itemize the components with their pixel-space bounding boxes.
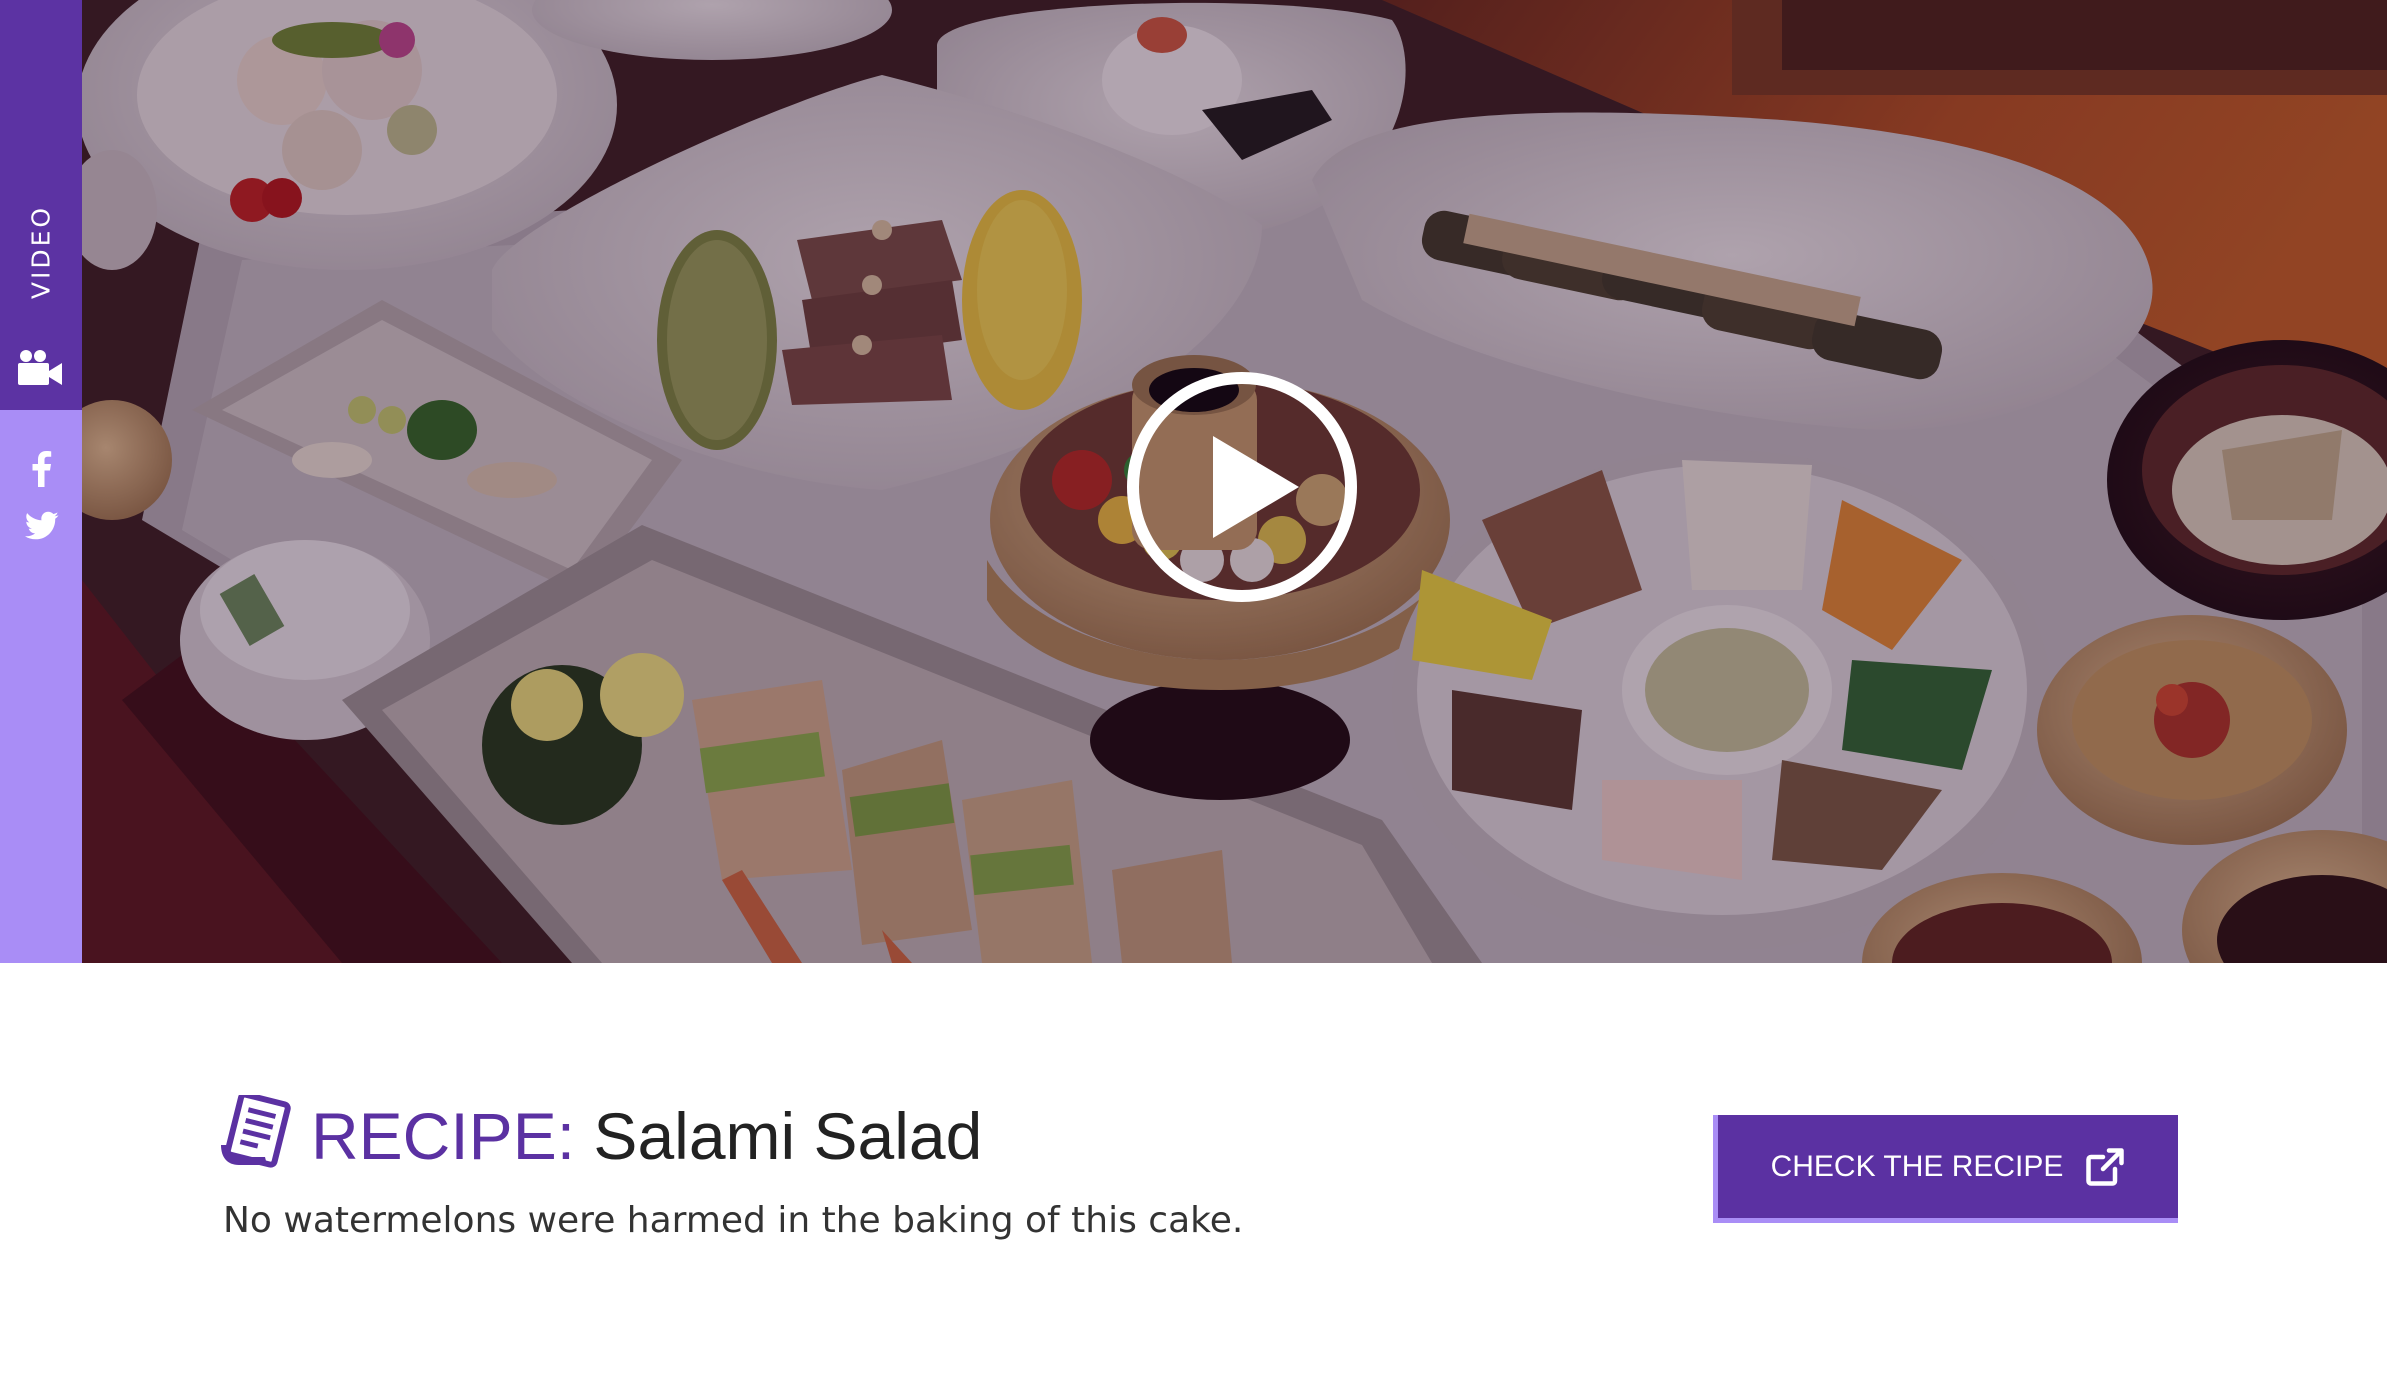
recipe-description: No watermelons were harmed in the baking… [223, 1200, 1244, 1241]
external-link-icon [2086, 1147, 2125, 1186]
recipe-title: RECIPE: Salami Salad [311, 1092, 982, 1180]
recipe-video-page: VIDEO RECIPE: Salami Salad No watermelon… [0, 0, 2387, 1377]
check-recipe-button[interactable]: CHECK THE RECIPE [1713, 1115, 2178, 1223]
twitter-icon[interactable] [25, 511, 59, 541]
facebook-icon[interactable] [29, 451, 53, 487]
check-recipe-label: CHECK THE RECIPE [1770, 1149, 2064, 1183]
play-icon[interactable] [1125, 370, 1359, 604]
video-camera-icon [18, 350, 62, 385]
recipe-title-prefix: RECIPE: [311, 1099, 576, 1173]
side-rail: VIDEO [0, 0, 82, 963]
recipe-document-icon [221, 1095, 291, 1168]
video-label: VIDEO [26, 204, 56, 300]
rail-video-tab[interactable]: VIDEO [0, 0, 82, 410]
video-player[interactable] [82, 0, 2387, 963]
rail-social [0, 410, 82, 963]
recipe-title-name: Salami Salad [593, 1099, 983, 1173]
